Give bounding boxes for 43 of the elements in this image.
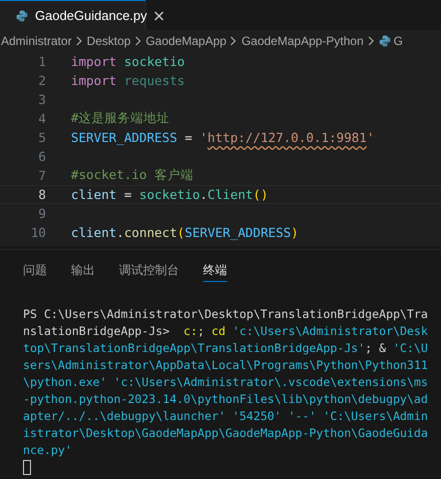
terminal-cursor <box>23 460 31 475</box>
terminal-line: \python.exe' 'c:\Users\Administrator\.vscode\extensions\ms <box>23 374 429 391</box>
panel-tab[interactable]: 终端 <box>203 260 227 282</box>
line-number: 2 <box>37 73 47 88</box>
terminal-line: nslationBridgeApp-Js> c:; cd 'c:\Users\Administrator\Desk <box>23 323 429 340</box>
line-number: 10 <box>30 225 47 240</box>
chevron-icon <box>229 36 238 46</box>
python-icon <box>16 10 28 22</box>
breadcrumb-item[interactable]: Desktop <box>86 34 131 48</box>
line-number: 3 <box>37 92 47 107</box>
code-line: SERVER_ADDRESS = 'http://127.0.0.1:9981' <box>71 130 374 145</box>
panel-tab[interactable]: 输出 <box>71 260 95 282</box>
chevron-icon <box>134 36 143 46</box>
line-number: 4 <box>37 111 47 126</box>
line-number: 8 <box>37 187 47 202</box>
terminal-line: sers\Administrator\AppData\Local\Programs\Python\Python311 <box>23 357 429 374</box>
terminal-line: PS C:\Users\Administrator\Desktop\TranslationBridgeApp\Tra <box>23 306 429 323</box>
chevron-icon <box>366 36 376 46</box>
python-icon <box>378 35 391 47</box>
code-line: #socket.io 客户端 <box>71 167 194 184</box>
code-line: import socketio <box>71 54 185 69</box>
breadcrumb-item[interactable]: Administrator <box>1 34 72 48</box>
panel-tab[interactable]: 问题 <box>23 260 47 282</box>
code-line: #这是服务端地址 <box>71 110 170 127</box>
close-icon[interactable] <box>154 10 164 20</box>
code-line: client = socketio.Client() <box>71 187 268 202</box>
terminal-line: nce.py' <box>23 442 73 459</box>
breadcrumb-item[interactable]: GaodeMapApp <box>146 34 226 48</box>
breadcrumb-item[interactable]: G <box>394 34 403 48</box>
terminal-line: apter/../..\debugpy\launcher' '54250' '--' 'C:\Users\Admin <box>23 408 429 425</box>
code-line: client.connect(SERVER_ADDRESS) <box>71 225 299 240</box>
breadcrumb-item[interactable]: GaodeMapApp-Python <box>241 34 364 48</box>
terminal-line: -python.python-2023.14.0\pythonFiles\lib\python\debugpy\ad <box>23 391 429 408</box>
line-number: 1 <box>37 54 47 69</box>
line-number: 5 <box>37 130 47 145</box>
line-number: 9 <box>37 206 47 221</box>
code-line: import requests <box>71 73 185 88</box>
line-number: 6 <box>37 149 47 164</box>
panel-tab[interactable]: 调试控制台 <box>119 260 179 282</box>
line-number: 7 <box>37 168 47 183</box>
terminal-line: istrator\Desktop\GaodeMapApp\GaodeMapApp-Python\GaodeGuida <box>23 425 429 442</box>
terminal-line: top\TranslationBridgeApp\TranslationBridgeApp-Js'; & 'C:\U <box>23 340 429 357</box>
chevron-icon <box>74 36 84 46</box>
